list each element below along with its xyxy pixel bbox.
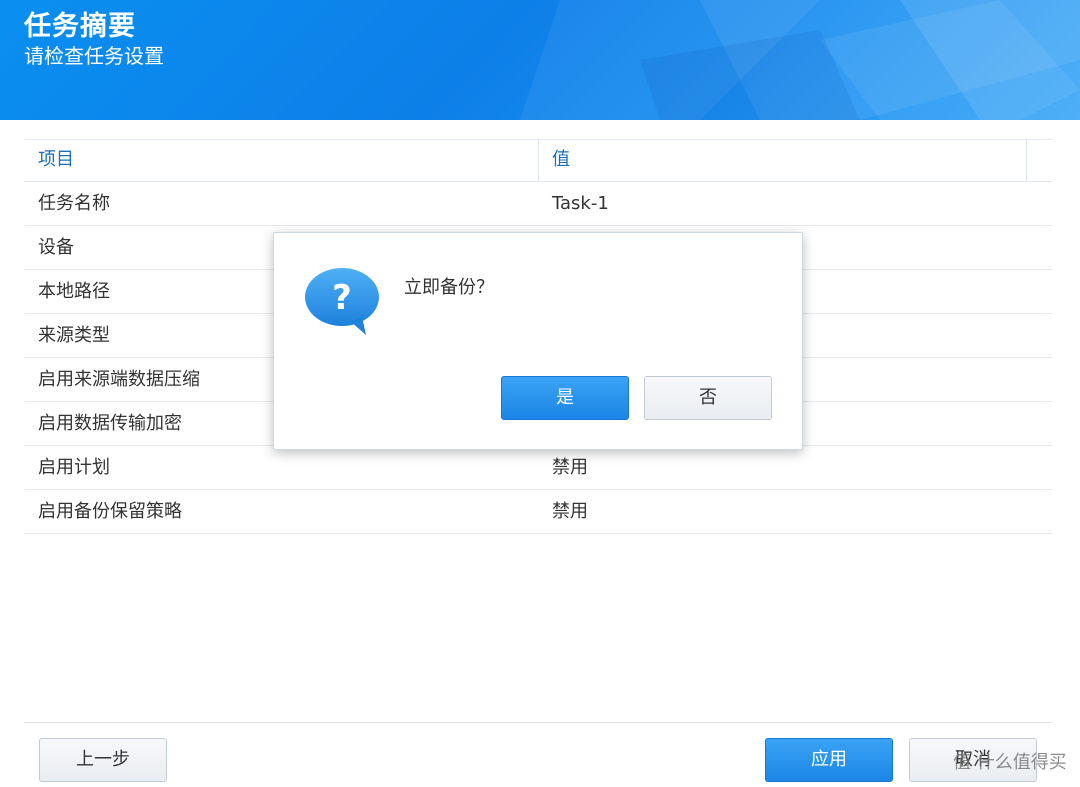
yes-button[interactable]: 是 bbox=[501, 376, 629, 420]
column-divider bbox=[538, 140, 539, 182]
column-header-item[interactable]: 项目 bbox=[38, 140, 74, 182]
previous-step-button[interactable]: 上一步 bbox=[39, 738, 167, 782]
svg-text:?: ? bbox=[332, 278, 352, 318]
footer-divider bbox=[24, 722, 1052, 723]
confirm-dialog: ? 立即备份？ 是 否 bbox=[273, 232, 803, 450]
row-item: 本地路径 bbox=[38, 281, 110, 302]
no-button[interactable]: 否 bbox=[644, 376, 772, 420]
row-item: 启用计划 bbox=[38, 457, 110, 478]
column-header-value[interactable]: 值 bbox=[552, 140, 570, 182]
row-value: 禁用 bbox=[552, 501, 588, 522]
column-divider bbox=[1026, 140, 1027, 182]
row-item: 来源类型 bbox=[38, 325, 110, 346]
row-item: 启用数据传输加密 bbox=[38, 413, 182, 434]
table-row[interactable]: 启用备份保留策略 禁用 bbox=[24, 490, 1052, 534]
row-item: 设备 bbox=[38, 237, 74, 258]
apply-button[interactable]: 应用 bbox=[765, 738, 893, 782]
table-row[interactable]: 启用计划 禁用 bbox=[24, 446, 1052, 490]
page-subtitle: 请检查任务设置 bbox=[24, 44, 164, 68]
watermark: 值 什么值得买 bbox=[953, 752, 1067, 773]
table-row[interactable]: 任务名称 Task-1 bbox=[24, 182, 1052, 226]
dialog-message: 立即备份？ bbox=[404, 277, 494, 298]
row-value: 禁用 bbox=[552, 457, 588, 478]
row-item: 任务名称 bbox=[38, 193, 110, 214]
header-banner: 任务摘要 请检查任务设置 bbox=[0, 0, 1080, 120]
page-title: 任务摘要 bbox=[24, 11, 136, 42]
row-item: 启用来源端数据压缩 bbox=[38, 369, 200, 390]
table-header: 项目 值 bbox=[24, 139, 1052, 182]
row-item: 启用备份保留策略 bbox=[38, 501, 182, 522]
question-bubble-icon: ? bbox=[305, 268, 379, 335]
row-value: Task-1 bbox=[552, 193, 609, 214]
